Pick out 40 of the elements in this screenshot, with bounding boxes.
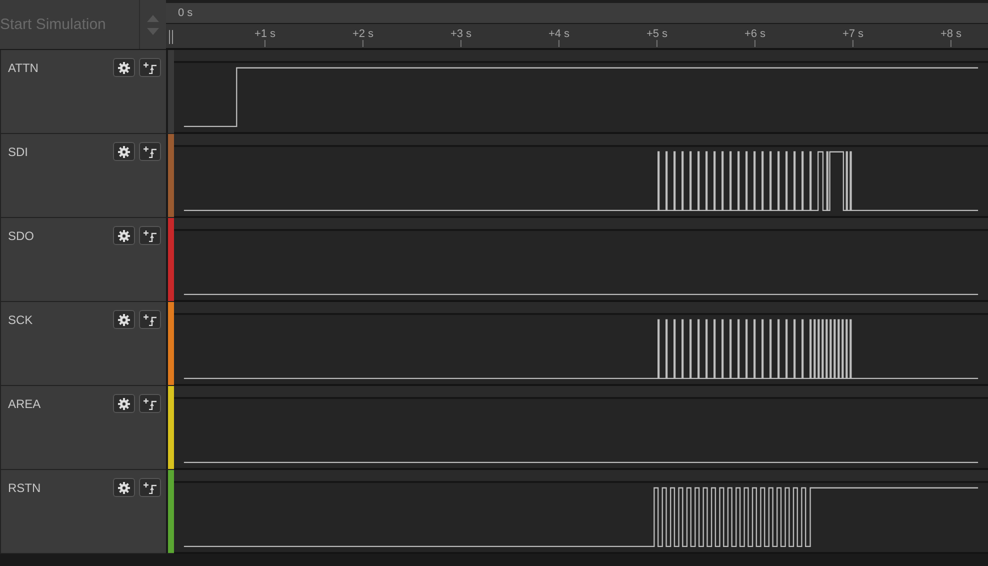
settings-icon	[118, 230, 130, 242]
time-tick-label: +8 s	[940, 28, 962, 47]
trigger-button[interactable]	[139, 310, 161, 329]
trigger-button[interactable]	[139, 478, 161, 497]
settings-button[interactable]	[113, 394, 135, 413]
plus-edge-icon	[143, 146, 157, 158]
channel-name: ATTN	[8, 61, 38, 75]
time-tick-label: +1 s	[254, 28, 276, 47]
settings-icon	[118, 314, 130, 326]
channel-name: SDI	[8, 145, 28, 159]
channel-name: RSTN	[8, 481, 41, 495]
settings-button[interactable]	[113, 478, 135, 497]
time-origin-label: 0 s	[178, 7, 193, 19]
plus-edge-icon	[143, 314, 157, 326]
trigger-button[interactable]	[139, 394, 161, 413]
time-tick-label: +6 s	[744, 28, 766, 47]
settings-button[interactable]	[113, 226, 135, 245]
trigger-button[interactable]	[139, 226, 161, 245]
plus-edge-icon	[143, 398, 157, 410]
trigger-button[interactable]	[139, 58, 161, 77]
channel-name: AREA	[8, 397, 41, 411]
settings-button[interactable]	[113, 142, 135, 161]
plus-edge-icon	[143, 482, 157, 494]
plus-edge-icon	[143, 62, 157, 74]
time-tick-label: +2 s	[352, 28, 374, 47]
trigger-button[interactable]	[139, 142, 161, 161]
settings-button[interactable]	[113, 310, 135, 329]
settings-icon	[118, 62, 130, 74]
time-tick-label: +5 s	[646, 28, 668, 47]
drag-handle-icon[interactable]	[169, 30, 173, 44]
settings-icon	[118, 146, 130, 158]
plus-edge-icon	[143, 230, 157, 242]
channel-name: SDO	[8, 229, 34, 243]
time-tick-label: +7 s	[842, 28, 864, 47]
settings-button[interactable]	[113, 58, 135, 77]
channel-name: SCK	[8, 313, 33, 327]
settings-icon	[118, 482, 130, 494]
settings-icon	[118, 398, 130, 410]
time-tick-label: +4 s	[548, 28, 570, 47]
time-tick-label: +3 s	[450, 28, 472, 47]
